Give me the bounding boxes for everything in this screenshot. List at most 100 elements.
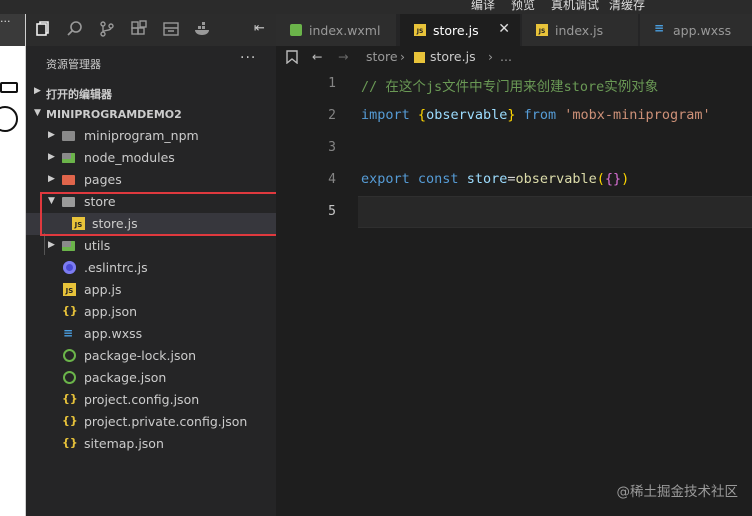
collapse-sidebar-icon[interactable]: ⇤	[254, 21, 268, 36]
indent-guide	[44, 233, 45, 255]
tree-item-project-config[interactable]: {} project.config.json	[26, 389, 276, 411]
explorer-title: 资源管理器	[46, 58, 101, 71]
tree-item-package-json[interactable]: package.json	[26, 367, 276, 389]
tree-item-miniprogram-npm[interactable]: ▶ miniprogram_npm	[26, 125, 276, 147]
folder-utils-icon	[62, 241, 75, 251]
tree-item-label: app.wxss	[84, 326, 143, 341]
folder-icon	[62, 131, 75, 141]
string-module: 'mobx-miniprogram'	[564, 107, 711, 123]
breadcrumb-file[interactable]: store.js	[430, 49, 476, 64]
tree-item-node-modules[interactable]: ▶ node_modules	[26, 147, 276, 169]
tab-index-wxml[interactable]: index.wxml	[276, 14, 397, 46]
watermark: @稀土掘金技术社区	[616, 484, 739, 500]
chevron-down-icon: ▼	[34, 108, 41, 118]
editor-tabs: index.wxml JS store.js ✕ JS index.js ≡ a…	[276, 14, 752, 46]
search-icon[interactable]	[66, 20, 84, 38]
tab-app-wxss[interactable]: ≡ app.wxss	[640, 14, 752, 46]
json-icon: {}	[62, 414, 78, 427]
brace-close: }	[507, 107, 516, 123]
simulator-panel: ...	[0, 12, 26, 516]
forward-arrow-icon[interactable]: →	[338, 49, 348, 64]
paren-close: )	[621, 171, 630, 187]
identifier-observable: observable	[426, 107, 508, 123]
object-literal: {}	[604, 171, 622, 187]
paren-open: (	[596, 171, 605, 187]
tree-item-label: utils	[84, 238, 111, 253]
capsule-circle-icon[interactable]	[0, 106, 18, 132]
tree-item-project-private-config[interactable]: {} project.private.config.json	[26, 411, 276, 433]
bookmark-icon[interactable]	[286, 50, 298, 64]
tree-item-eslintrc[interactable]: .eslintrc.js	[26, 257, 276, 279]
explorer-panel: ⇤ 资源管理器 ··· ▶ 打开的编辑器 ▼ MINIPROGRAMDEMO2 …	[26, 14, 276, 516]
tree-item-label: package.json	[84, 370, 167, 385]
close-icon[interactable]: ✕	[498, 21, 510, 37]
tree-item-label: package-lock.json	[84, 348, 197, 363]
tree-item-label: node_modules	[84, 150, 175, 165]
breadcrumb: ← → store › store.js › ...	[276, 46, 752, 68]
battery-icon	[0, 82, 18, 93]
back-arrow-icon[interactable]: ←	[312, 49, 322, 64]
js-file-icon: JS	[63, 283, 76, 296]
chevron-right-icon: ▶	[48, 240, 55, 250]
tree-item-app-js[interactable]: JS app.js	[26, 279, 276, 301]
open-editors-section[interactable]: ▶ 打开的编辑器	[26, 82, 276, 104]
keyword-export: export	[361, 171, 410, 187]
tab-store-js[interactable]: JS store.js ✕	[400, 14, 521, 46]
tab-label: app.wxss	[673, 23, 732, 38]
current-line-highlight	[358, 196, 752, 228]
code-line-4: export const store=observable({})	[361, 171, 629, 187]
tab-label: index.js	[555, 23, 604, 38]
code-line-2: import {observable} from 'mobx-miniprogr…	[361, 107, 711, 123]
menu-preview[interactable]: 预览	[511, 0, 535, 13]
tree-item-label: project.config.json	[84, 392, 200, 407]
files-icon[interactable]	[34, 20, 52, 38]
line-number: 5	[328, 204, 336, 219]
simulator-nav-text: ...	[0, 12, 11, 25]
line-number: 2	[328, 108, 336, 123]
json-icon: {}	[62, 392, 78, 405]
section-label: 打开的编辑器	[46, 88, 112, 101]
more-actions-icon[interactable]: ···	[240, 50, 256, 66]
line-number: 4	[328, 172, 336, 187]
tab-index-js[interactable]: JS index.js	[522, 14, 639, 46]
wxml-icon	[290, 24, 302, 36]
npm-icon	[63, 371, 76, 384]
extensions-icon[interactable]	[130, 20, 148, 38]
identifier-store: store	[466, 171, 508, 187]
keyword-const: const	[417, 171, 459, 187]
top-menu-bar: 编译 预览 真机调试 清缓存	[0, 0, 752, 14]
code-line-1: // 在这个js文件中专门用来创建store实例对象	[361, 75, 658, 95]
tree-item-app-json[interactable]: {} app.json	[26, 301, 276, 323]
js-file-icon: JS	[414, 24, 426, 36]
tree-item-label: sitemap.json	[84, 436, 164, 451]
menu-device-debug[interactable]: 真机调试	[551, 0, 599, 13]
menu-compile[interactable]: 编译	[471, 0, 495, 13]
js-file-icon	[414, 52, 425, 63]
docker-icon[interactable]	[194, 20, 212, 38]
code-editor[interactable]: 1 2 3 4 5 // 在这个js文件中专门用来创建store实例对象 imp…	[276, 68, 752, 516]
code-comment: // 在这个js文件中专门用来创建store实例对象	[361, 79, 659, 95]
menu-clear-cache[interactable]: 清缓存	[609, 0, 645, 13]
folder-node-icon	[62, 153, 75, 163]
json-icon: {}	[62, 436, 78, 449]
tree-item-label: app.js	[84, 282, 122, 297]
source-control-icon[interactable]	[98, 20, 116, 38]
breadcrumb-more[interactable]: ...	[500, 49, 512, 64]
tree-item-label: project.private.config.json	[84, 414, 248, 429]
npm-icon	[63, 349, 76, 362]
tree-item-label: pages	[84, 172, 122, 187]
tree-item-app-wxss[interactable]: ≡ app.wxss	[26, 323, 276, 345]
eslint-icon	[63, 261, 76, 274]
highlight-box	[40, 192, 304, 236]
project-section[interactable]: ▼ MINIPROGRAMDEMO2	[26, 104, 276, 126]
tree-item-sitemap[interactable]: {} sitemap.json	[26, 433, 276, 455]
tree-item-label: app.json	[84, 304, 138, 319]
brace-open: {	[417, 107, 427, 123]
tree-item-package-lock[interactable]: package-lock.json	[26, 345, 276, 367]
breadcrumb-folder[interactable]: store	[366, 49, 398, 64]
tree-item-pages[interactable]: ▶ pages	[26, 169, 276, 191]
tree-item-utils[interactable]: ▶ utils	[26, 235, 276, 257]
chevron-right-icon: ▶	[48, 174, 55, 184]
section-label: MINIPROGRAMDEMO2	[46, 108, 182, 121]
storage-icon[interactable]	[162, 20, 180, 38]
